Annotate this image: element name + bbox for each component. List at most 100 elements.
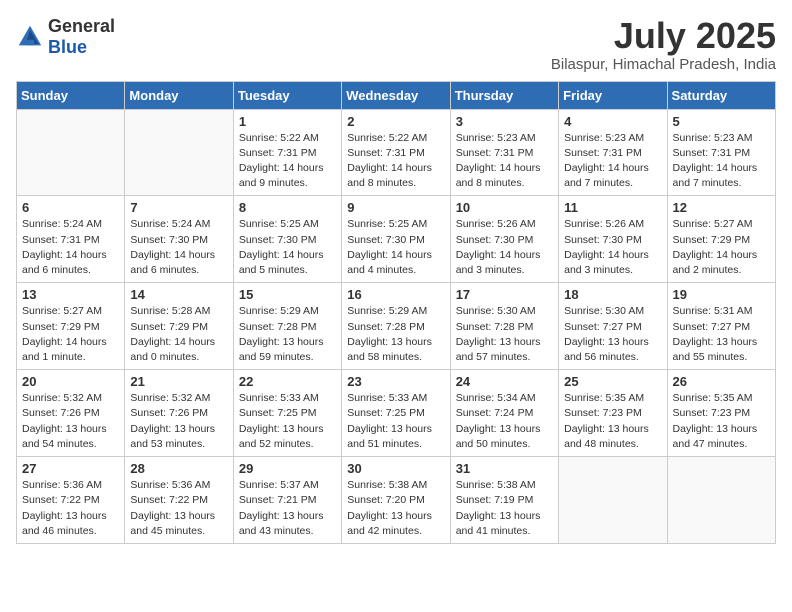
calendar-week-row: 27 Sunrise: 5:36 AM Sunset: 7:22 PM Dayli… [17,457,776,544]
calendar-cell: 1Sunrise: 5:22 AM Sunset: 7:31 PM Daylig… [233,109,341,196]
logo-icon [16,23,44,51]
day-info: Sunrise: 5:33 AM Sunset: 7:25 PM Dayligh… [239,391,336,452]
day-number: 29 [239,461,336,476]
weekday-header: Sunday [17,81,125,109]
day-number: 19 [673,287,770,302]
calendar-cell: 11Sunrise: 5:26 AM Sunset: 7:30 PM Dayli… [559,196,667,283]
day-info: Sunrise: 5:27 AM Sunset: 7:29 PM Dayligh… [22,304,119,365]
weekday-header: Monday [125,81,233,109]
day-info: Sunrise: 5:35 AM Sunset: 7:23 PM Dayligh… [564,391,661,452]
calendar-week-row: 13 Sunrise: 5:27 AM Sunset: 7:29 PM Dayli… [17,283,776,370]
day-number: 12 [673,200,770,215]
month-title: July 2025 [551,16,776,56]
day-number: 16 [347,287,444,302]
calendar-cell: 27 Sunrise: 5:36 AM Sunset: 7:22 PM Dayli… [17,457,125,544]
calendar-week-row: 1Sunrise: 5:22 AM Sunset: 7:31 PM Daylig… [17,109,776,196]
day-info: Sunrise: 5:24 AM Sunset: 7:30 PM Dayligh… [130,217,227,278]
calendar-cell [559,457,667,544]
day-number: 4 [564,114,661,129]
logo: General Blue [16,16,115,58]
calendar-cell [125,109,233,196]
day-info: Sunrise: 5:33 AM Sunset: 7:25 PM Dayligh… [347,391,444,452]
day-info: Sunrise: 5:26 AM Sunset: 7:30 PM Dayligh… [456,217,553,278]
day-number: 20 [22,374,119,389]
day-info: Sunrise: 5:34 AM Sunset: 7:24 PM Dayligh… [456,391,553,452]
day-info: Sunrise: 5:35 AM Sunset: 7:23 PM Dayligh… [673,391,770,452]
calendar-cell: 15 Sunrise: 5:29 AM Sunset: 7:28 PM Dayli… [233,283,341,370]
day-number: 23 [347,374,444,389]
day-info: Sunrise: 5:36 AM Sunset: 7:22 PM Dayligh… [22,478,119,539]
day-info: Sunrise: 5:32 AM Sunset: 7:26 PM Dayligh… [22,391,119,452]
day-number: 28 [130,461,227,476]
calendar-cell: 8 Sunrise: 5:25 AM Sunset: 7:30 PM Daylig… [233,196,341,283]
calendar-cell: 10 Sunrise: 5:26 AM Sunset: 7:30 PM Dayli… [450,196,558,283]
day-info: Sunrise: 5:38 AM Sunset: 7:20 PM Dayligh… [347,478,444,539]
day-number: 1 [239,114,336,129]
day-number: 14 [130,287,227,302]
day-number: 27 [22,461,119,476]
day-info: Sunrise: 5:29 AM Sunset: 7:28 PM Dayligh… [239,304,336,365]
weekday-header: Tuesday [233,81,341,109]
calendar-cell: 23 Sunrise: 5:33 AM Sunset: 7:25 PM Dayli… [342,370,450,457]
day-number: 10 [456,200,553,215]
calendar-cell: 5Sunrise: 5:23 AM Sunset: 7:31 PM Daylig… [667,109,775,196]
day-info: Sunrise: 5:23 AM Sunset: 7:31 PM Dayligh… [564,131,661,192]
location-title: Bilaspur, Himachal Pradesh, India [551,56,776,73]
calendar-cell: 7 Sunrise: 5:24 AM Sunset: 7:30 PM Daylig… [125,196,233,283]
day-info: Sunrise: 5:25 AM Sunset: 7:30 PM Dayligh… [239,217,336,278]
weekday-header: Saturday [667,81,775,109]
weekday-header: Friday [559,81,667,109]
calendar-cell: 17Sunrise: 5:30 AM Sunset: 7:28 PM Dayli… [450,283,558,370]
weekday-header: Thursday [450,81,558,109]
day-number: 13 [22,287,119,302]
calendar-cell: 13 Sunrise: 5:27 AM Sunset: 7:29 PM Dayli… [17,283,125,370]
calendar-cell: 30 Sunrise: 5:38 AM Sunset: 7:20 PM Dayli… [342,457,450,544]
day-info: Sunrise: 5:25 AM Sunset: 7:30 PM Dayligh… [347,217,444,278]
title-block: July 2025 Bilaspur, Himachal Pradesh, In… [551,16,776,73]
day-info: Sunrise: 5:28 AM Sunset: 7:29 PM Dayligh… [130,304,227,365]
day-info: Sunrise: 5:31 AM Sunset: 7:27 PM Dayligh… [673,304,770,365]
day-number: 2 [347,114,444,129]
calendar-cell: 3Sunrise: 5:23 AM Sunset: 7:31 PM Daylig… [450,109,558,196]
calendar-cell: 29 Sunrise: 5:37 AM Sunset: 7:21 PM Dayli… [233,457,341,544]
calendar-cell: 21Sunrise: 5:32 AM Sunset: 7:26 PM Dayli… [125,370,233,457]
day-info: Sunrise: 5:27 AM Sunset: 7:29 PM Dayligh… [673,217,770,278]
calendar-cell: 9 Sunrise: 5:25 AM Sunset: 7:30 PM Daylig… [342,196,450,283]
calendar-cell: 2Sunrise: 5:22 AM Sunset: 7:31 PM Daylig… [342,109,450,196]
calendar-cell: 19 Sunrise: 5:31 AM Sunset: 7:27 PM Dayli… [667,283,775,370]
calendar-cell: 16Sunrise: 5:29 AM Sunset: 7:28 PM Dayli… [342,283,450,370]
calendar-cell: 22 Sunrise: 5:33 AM Sunset: 7:25 PM Dayli… [233,370,341,457]
logo-general: General [48,16,115,36]
logo-blue: Blue [48,37,87,57]
logo-text: General Blue [48,16,115,58]
page-header: General Blue July 2025 Bilaspur, Himacha… [16,16,776,73]
calendar-week-row: 6Sunrise: 5:24 AM Sunset: 7:31 PM Daylig… [17,196,776,283]
day-number: 26 [673,374,770,389]
day-number: 31 [456,461,553,476]
calendar-cell: 4 Sunrise: 5:23 AM Sunset: 7:31 PM Daylig… [559,109,667,196]
calendar-cell: 20 Sunrise: 5:32 AM Sunset: 7:26 PM Dayli… [17,370,125,457]
day-number: 30 [347,461,444,476]
calendar-cell: 14 Sunrise: 5:28 AM Sunset: 7:29 PM Dayli… [125,283,233,370]
day-number: 5 [673,114,770,129]
calendar-cell [17,109,125,196]
day-info: Sunrise: 5:36 AM Sunset: 7:22 PM Dayligh… [130,478,227,539]
day-info: Sunrise: 5:30 AM Sunset: 7:28 PM Dayligh… [456,304,553,365]
calendar-cell: 28 Sunrise: 5:36 AM Sunset: 7:22 PM Dayli… [125,457,233,544]
day-number: 25 [564,374,661,389]
day-number: 7 [130,200,227,215]
day-info: Sunrise: 5:38 AM Sunset: 7:19 PM Dayligh… [456,478,553,539]
day-number: 21 [130,374,227,389]
calendar-cell: 25 Sunrise: 5:35 AM Sunset: 7:23 PM Dayli… [559,370,667,457]
calendar-cell: 18Sunrise: 5:30 AM Sunset: 7:27 PM Dayli… [559,283,667,370]
calendar-week-row: 20 Sunrise: 5:32 AM Sunset: 7:26 PM Dayli… [17,370,776,457]
day-number: 11 [564,200,661,215]
day-number: 8 [239,200,336,215]
day-info: Sunrise: 5:37 AM Sunset: 7:21 PM Dayligh… [239,478,336,539]
calendar-cell: 24Sunrise: 5:34 AM Sunset: 7:24 PM Dayli… [450,370,558,457]
day-number: 22 [239,374,336,389]
day-number: 9 [347,200,444,215]
calendar-table: SundayMondayTuesdayWednesdayThursdayFrid… [16,81,776,544]
calendar-cell: 12 Sunrise: 5:27 AM Sunset: 7:29 PM Dayli… [667,196,775,283]
day-number: 15 [239,287,336,302]
